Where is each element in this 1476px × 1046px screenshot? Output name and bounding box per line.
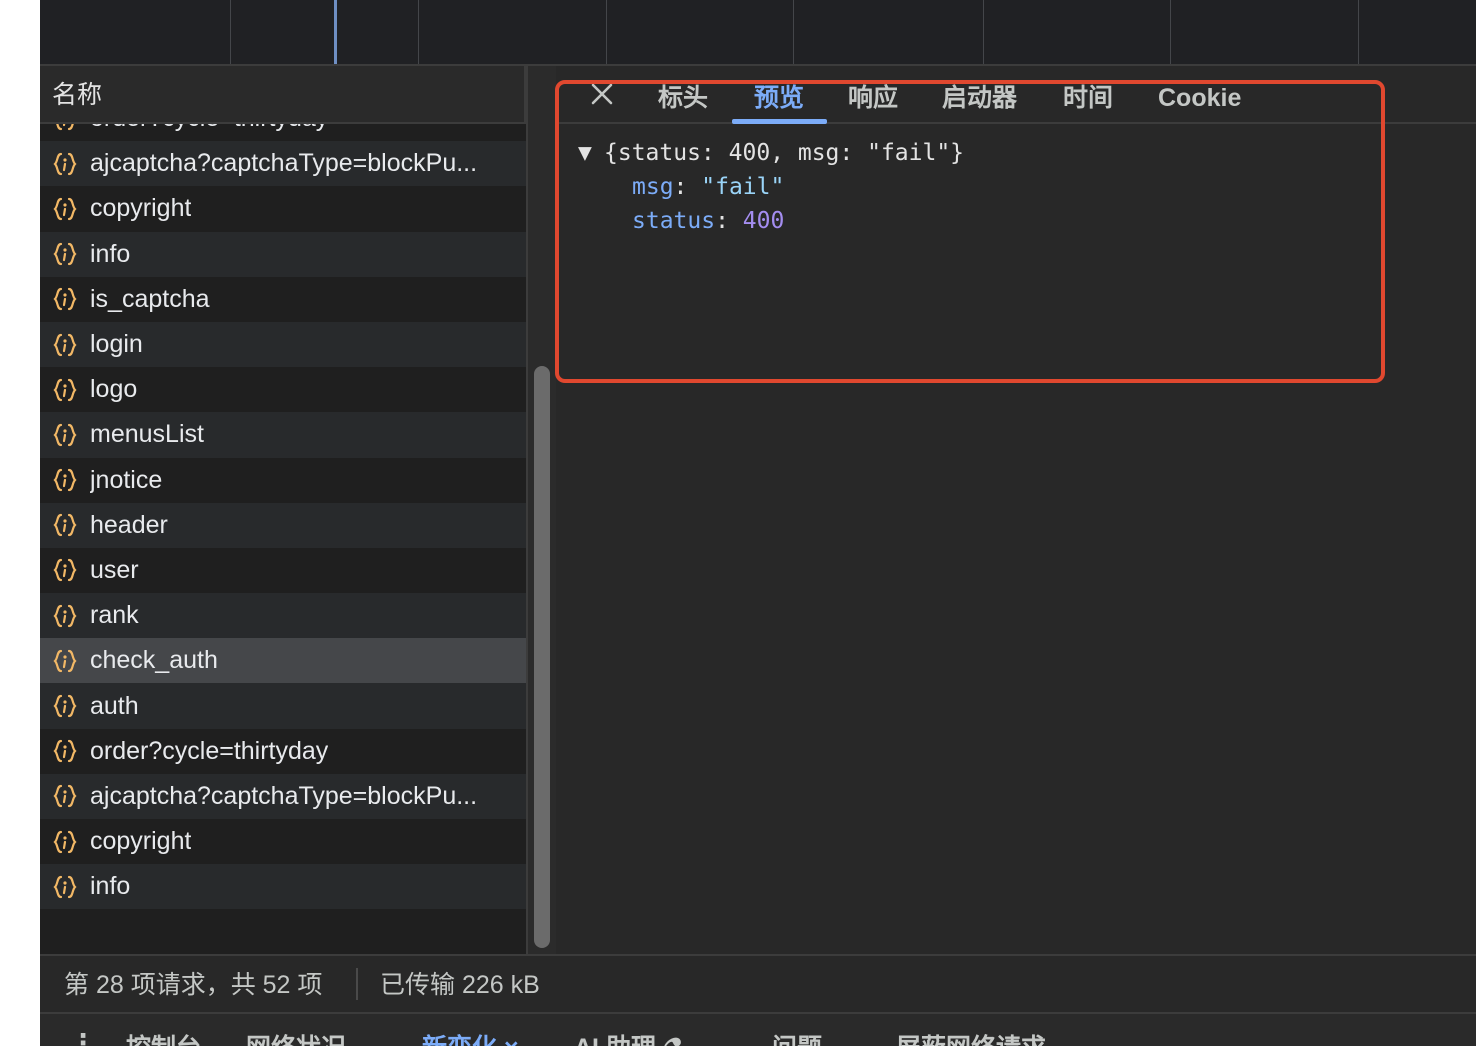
transferred-size: 已传输 226 kB [380, 971, 540, 999]
annotation-highlight-box [555, 80, 1385, 383]
request-list: 名称 order?cycle=thirtyday ajcaptcha?captch… [40, 66, 526, 954]
request-name: auth [90, 691, 139, 720]
json-braces-icon [52, 874, 78, 900]
overview-gridline [418, 0, 419, 64]
request-name: copyright [90, 194, 192, 223]
request-row[interactable]: rank [40, 593, 526, 639]
drawer-tabs: ⋮ 控制台 网络状况 新变化 × AI 助理 ⚗ 问题 屏蔽网络请求 [40, 1012, 1476, 1046]
request-name: info [90, 239, 131, 268]
request-name: ajcaptcha?captchaType=blockPu... [90, 149, 478, 178]
json-braces-icon [52, 648, 78, 674]
request-name: user [90, 555, 139, 584]
drawer-tab-network-conditions[interactable]: 网络状况 [246, 1028, 346, 1046]
json-braces-icon [52, 467, 78, 493]
json-braces-icon [52, 557, 78, 583]
overview-gridline [983, 0, 984, 64]
json-braces-icon [52, 332, 78, 358]
json-braces-icon [52, 783, 78, 809]
drawer-tab-request-blocking[interactable]: 屏蔽网络请求 [896, 1028, 1046, 1046]
request-row[interactable]: jnotice [40, 457, 526, 503]
overview-gridline [1170, 0, 1171, 64]
request-name: order?cycle=thirtyday [90, 736, 329, 765]
request-row[interactable]: header [40, 502, 526, 548]
request-name: logo [90, 375, 138, 404]
drawer-tab-ai-assistance[interactable]: AI 助理 ⚗ [574, 1028, 685, 1046]
overview-gridline [1358, 0, 1359, 64]
request-name: is_captcha [90, 284, 210, 313]
overview-time-marker [334, 0, 337, 64]
request-row[interactable]: ajcaptcha?captchaType=blockPu... [40, 141, 526, 187]
json-braces-icon [52, 512, 78, 538]
drawer-tab-whats-new[interactable]: 新变化 × [422, 1028, 519, 1046]
overview-gridline [793, 0, 794, 64]
status-divider [356, 968, 358, 1000]
request-row[interactable]: logo [40, 367, 526, 413]
json-braces-icon [52, 829, 78, 855]
request-row[interactable]: auth [40, 683, 526, 729]
json-braces-icon [52, 286, 78, 312]
request-name: jnotice [90, 465, 163, 494]
json-braces-icon [52, 241, 78, 267]
request-row[interactable]: menusList [40, 412, 526, 458]
request-name: copyright [90, 827, 192, 856]
request-name: check_auth [90, 646, 218, 675]
json-braces-icon [52, 151, 78, 177]
json-braces-icon [52, 603, 78, 629]
json-braces-icon [52, 422, 78, 448]
kebab-menu-icon[interactable]: ⋮ [70, 1028, 96, 1046]
request-row[interactable]: ajcaptcha?captchaType=blockPu... [40, 773, 526, 819]
request-row[interactable]: info [40, 231, 526, 277]
json-braces-icon [52, 738, 78, 764]
waterfall-overview[interactable] [40, 0, 1476, 66]
request-count: 第 28 项请求，共 52 项 [64, 971, 323, 999]
overview-gridline [606, 0, 607, 64]
request-name: header [90, 510, 168, 539]
request-name: rank [90, 601, 139, 630]
request-row[interactable]: info [40, 864, 526, 910]
request-rows: order?cycle=thirtyday ajcaptcha?captchaTy… [40, 96, 526, 910]
request-row[interactable]: copyright [40, 186, 526, 232]
request-row[interactable]: user [40, 547, 526, 594]
drawer-tab-console[interactable]: 控制台 [126, 1028, 201, 1046]
request-row[interactable]: check_auth [40, 638, 526, 684]
request-name: ajcaptcha?captchaType=blockPu... [90, 781, 478, 810]
status-bar-right [556, 954, 1476, 1012]
request-row[interactable]: copyright [40, 819, 526, 865]
json-braces-icon [52, 377, 78, 403]
overview-gridline [230, 0, 231, 64]
status-bar: 第 28 项请求，共 52 项 已传输 226 kB [40, 954, 556, 1012]
name-column-header[interactable]: 名称 [40, 66, 526, 124]
request-row[interactable]: login [40, 321, 526, 368]
request-row[interactable]: order?cycle=thirtyday [40, 728, 526, 774]
scrollbar-thumb[interactable] [534, 366, 550, 948]
json-braces-icon [52, 196, 78, 222]
column-divider[interactable] [524, 66, 526, 124]
name-column-label: 名称 [52, 81, 103, 109]
request-row[interactable]: is_captcha [40, 276, 526, 322]
drawer-tab-issues[interactable]: 问题 [772, 1028, 822, 1046]
json-braces-icon [52, 693, 78, 719]
request-name: info [90, 872, 131, 901]
request-name: login [90, 330, 143, 359]
request-name: menusList [90, 420, 204, 449]
